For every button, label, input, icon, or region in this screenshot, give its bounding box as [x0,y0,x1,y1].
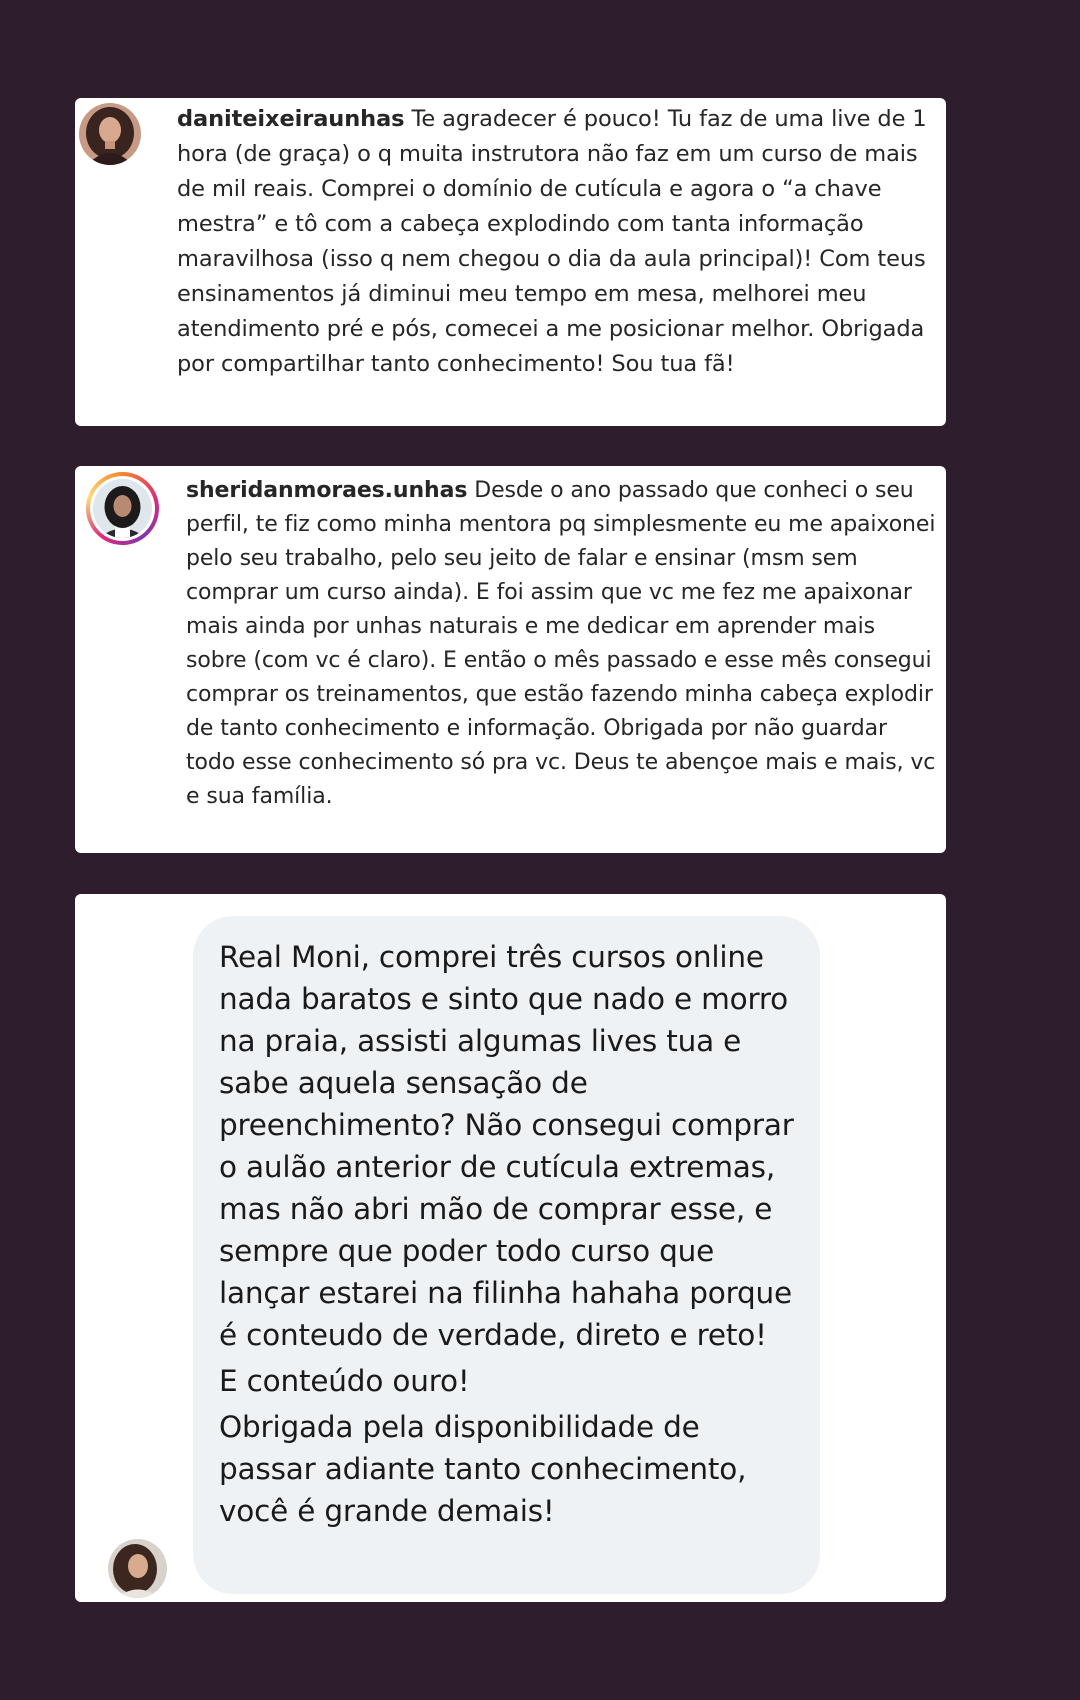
comment-username[interactable]: sheridanmoraes.unhas [186,478,467,503]
direct-message-card: Real Moni, comprei três cursos online na… [75,894,946,1602]
comment-text: Desde o ano passado que conheci o seu pe… [186,478,936,809]
message-bubble: Real Moni, comprei três cursos online na… [193,916,820,1594]
comment-card: sheridanmoraes.unhas Desde o ano passado… [75,466,946,853]
sender-photo-icon[interactable] [108,1539,167,1598]
profile-photo-story-ring-icon[interactable] [93,479,152,538]
message-paragraph: Obrigada pela disponibilidade de passar … [219,1410,747,1528]
comment-body: daniteixeiraunhas Te agradecer é pouco! … [177,102,947,382]
profile-photo-icon[interactable] [79,103,141,165]
comment-card: daniteixeiraunhas Te agradecer é pouco! … [75,98,946,426]
message-paragraph: Real Moni, comprei três cursos online na… [219,940,794,1352]
story-ring[interactable] [86,472,159,545]
comment-username[interactable]: daniteixeiraunhas [177,106,405,132]
comment-text: Te agradecer é pouco! Tu faz de uma live… [177,106,927,377]
comment-body: sheridanmoraes.unhas Desde o ano passado… [186,474,936,814]
message-paragraph: E conteúdo ouro! [219,1364,470,1398]
